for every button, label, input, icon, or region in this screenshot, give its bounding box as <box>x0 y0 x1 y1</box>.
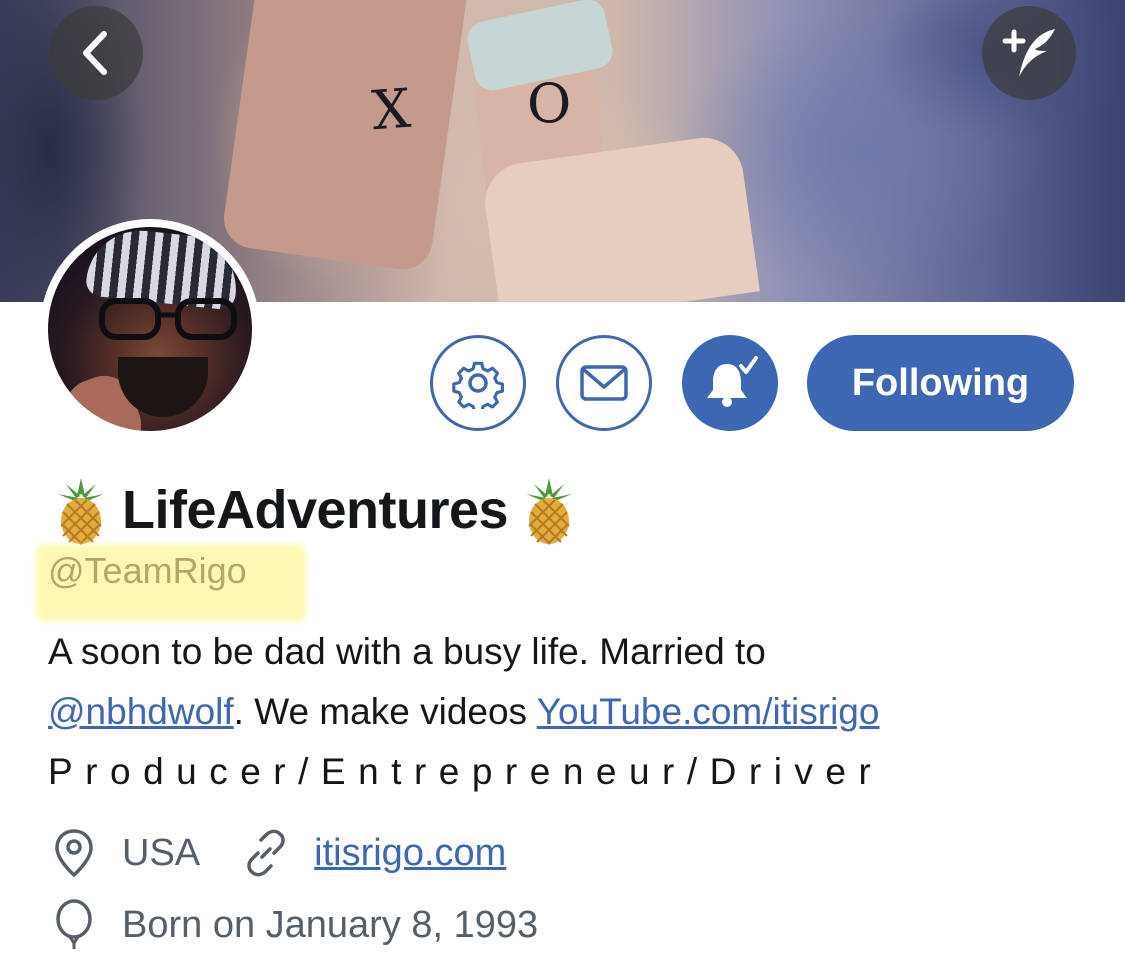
banner-tattoo: O <box>527 72 572 135</box>
bio-text: . We make videos <box>233 691 537 732</box>
chevron-left-icon <box>83 31 107 75</box>
mention-link[interactable]: @nbhdwolf <box>48 691 234 732</box>
bio-line-2: @nbhdwolf. We make videos YouTube.com/it… <box>48 682 1108 742</box>
youtube-link[interactable]: YouTube.com/itisrigo <box>537 691 880 732</box>
balloon-icon <box>56 899 92 949</box>
avatar[interactable] <box>40 219 260 439</box>
bio-line-1: A soon to be dad with a busy life. Marri… <box>48 631 766 672</box>
pineapple-icon <box>526 478 573 545</box>
back-button[interactable] <box>49 6 143 100</box>
compose-tweet-icon <box>1002 29 1055 77</box>
compose-button[interactable] <box>982 6 1076 100</box>
following-button[interactable]: Following <box>807 335 1074 431</box>
bell-check-icon <box>707 356 758 407</box>
profile-handle: @TeamRigo <box>48 550 247 591</box>
envelope-icon <box>580 365 628 401</box>
profile-bio: A soon to be dad with a busy life. Marri… <box>48 622 1108 802</box>
pineapple-icon <box>58 478 104 545</box>
profile-meta-birthday: Born on January 8, 1993 <box>48 892 538 958</box>
display-name: LifeAdventures <box>122 480 509 540</box>
message-button[interactable] <box>556 335 652 431</box>
link-icon <box>247 829 285 877</box>
avatar-image <box>48 227 252 431</box>
notifications-button[interactable] <box>682 335 778 431</box>
settings-button[interactable] <box>430 335 526 431</box>
profile-meta-location-website: USA itisrigo.com <box>48 820 506 886</box>
location-pin-icon <box>55 829 93 878</box>
website-link[interactable]: itisrigo.com <box>314 832 506 875</box>
banner-arm <box>220 0 470 274</box>
display-name-row: LifeAdventures <box>48 470 582 550</box>
banner-tattoo: X <box>369 76 413 143</box>
gear-icon <box>452 361 504 409</box>
location-text: USA <box>122 831 201 874</box>
birthday-text: Born on January 8, 1993 <box>122 903 539 946</box>
avatar-glasses <box>99 298 237 340</box>
bio-line-3: Producer/Entrepreneur/Driver <box>48 751 884 792</box>
